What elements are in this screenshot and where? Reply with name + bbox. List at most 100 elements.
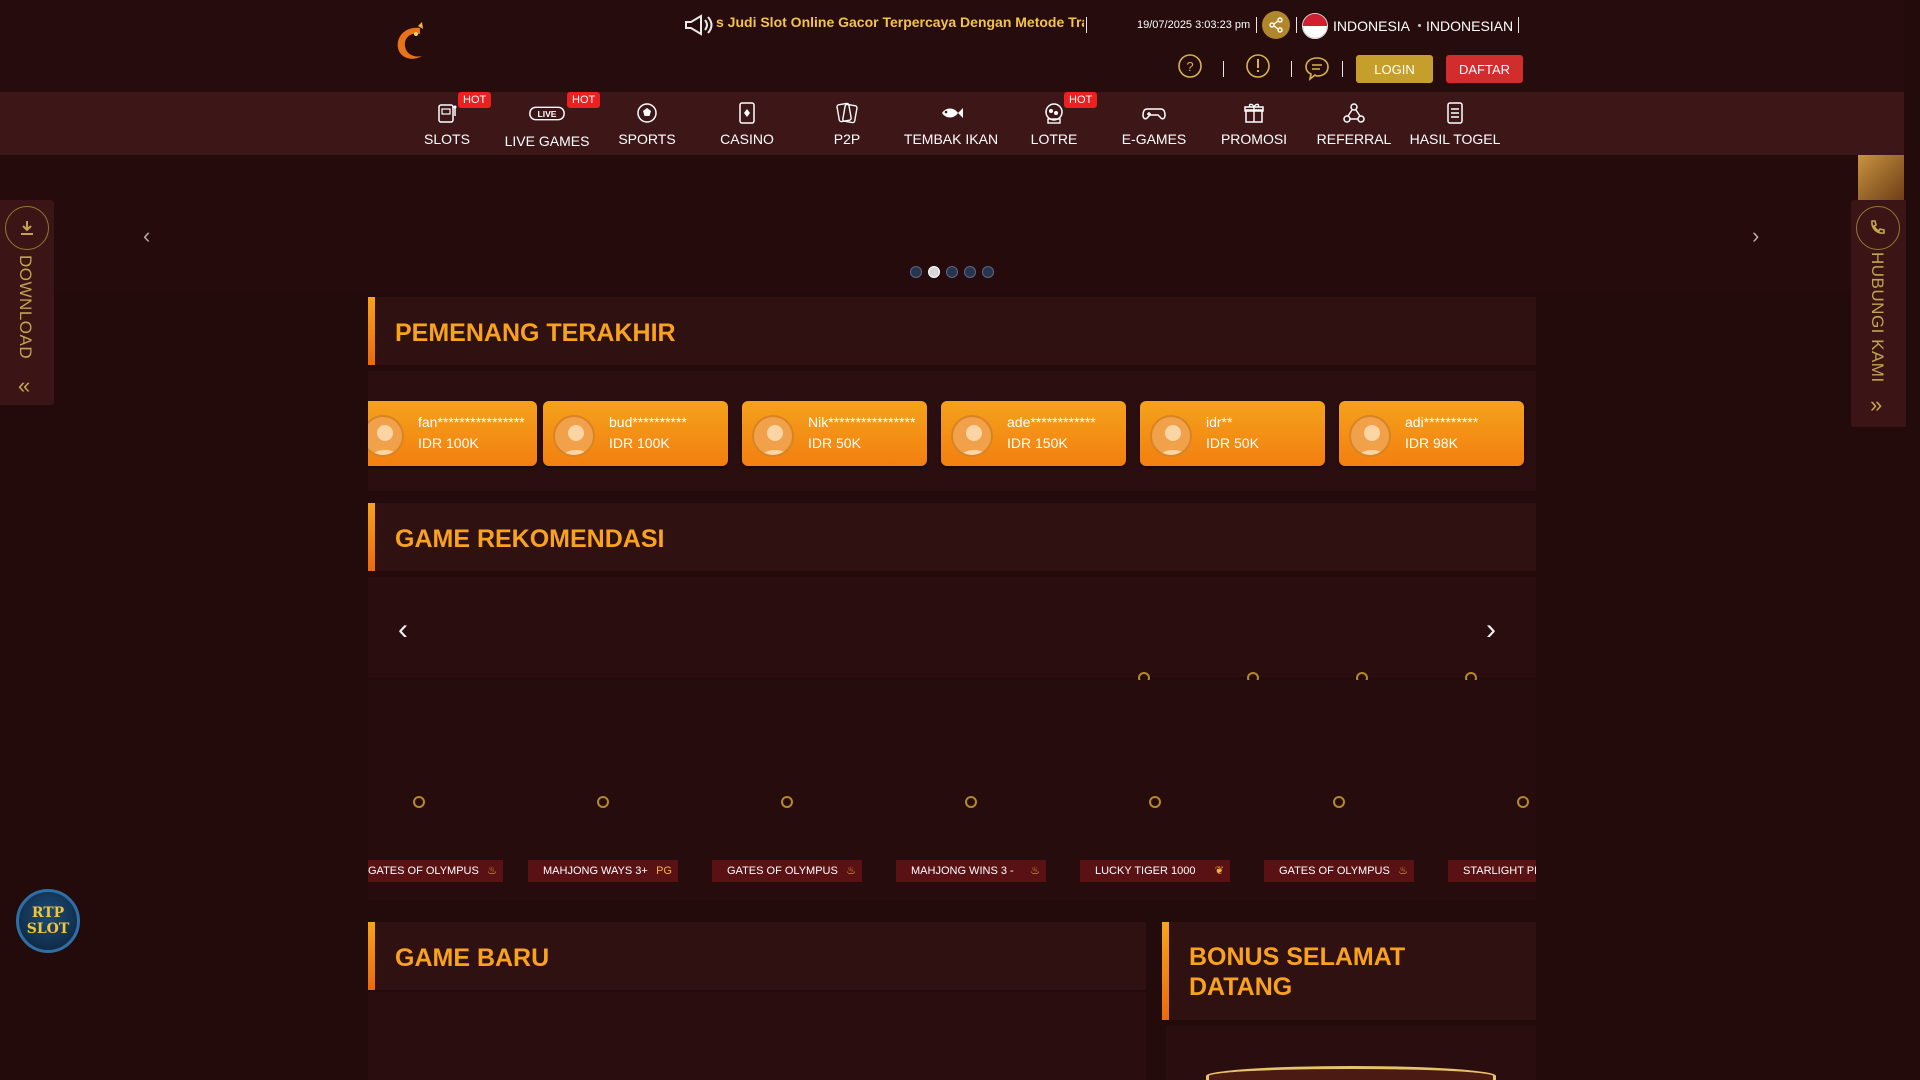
recommended-next-button[interactable]: › [1486, 613, 1496, 647]
share-button[interactable] [1262, 11, 1290, 39]
register-button[interactable]: DAFTAR [1446, 55, 1523, 83]
collapse-chevron[interactable]: « [18, 373, 30, 399]
loading-spinner [1333, 796, 1345, 808]
winners-title: PEMENANG TERAKHIR [395, 319, 676, 347]
nav-item-p2p[interactable]: P2P [797, 92, 897, 155]
bonus-title: BONUS SELAMAT DATANG [1189, 942, 1405, 1002]
info-icon[interactable] [1245, 53, 1271, 79]
download-icon [5, 206, 49, 250]
winner-card: adi********** IDR 98K [1339, 401, 1524, 466]
loading-spinner [413, 796, 425, 808]
winner-amount: IDR 50K [808, 435, 861, 451]
slot-machine-icon [438, 104, 457, 123]
winner-card: ade************ IDR 150K [941, 401, 1126, 466]
language-selector[interactable]: INDONESIAN [1426, 18, 1513, 34]
hot-badge: HOT [458, 92, 492, 108]
bonus-banner-image[interactable] [1206, 1066, 1496, 1080]
nav-item-hasil-togel[interactable]: HASIL TOGEL [1405, 92, 1505, 155]
nav-item-tembak-ikan[interactable]: TEMBAK IKAN [901, 92, 1001, 155]
nav-label: LIVE GAMES [504, 133, 590, 149]
nav-item-referral[interactable]: REFERRAL [1304, 92, 1404, 155]
top-bar: s Judi Slot Online Gacor Terpercaya Deng… [0, 0, 1904, 92]
collapse-chevron[interactable]: » [1870, 392, 1882, 418]
game-card-gates-of-olympus[interactable]: GATES OF OLYMPUS ♨ [712, 860, 862, 882]
provider-icon: ♨ [1398, 865, 1408, 877]
new-games-list [368, 992, 1146, 1080]
winner-name: Nik**************** [808, 414, 916, 430]
rtp-slot-button[interactable]: RTP SLOT [16, 889, 80, 953]
recommended-prev-button[interactable]: ‹ [398, 613, 408, 647]
winner-card: bud********** IDR 100K [543, 401, 728, 466]
banner-pagination [910, 266, 994, 278]
bonus-section-header: BONUS SELAMAT DATANG [1162, 922, 1536, 1020]
game-card-starlight-princess[interactable]: STARLIGHT PRINCESS [1448, 860, 1536, 882]
nav-item-lotre[interactable]: HOT LOTRE [1004, 92, 1104, 155]
megaphone-icon [683, 14, 717, 36]
chat-icon[interactable] [1304, 55, 1330, 81]
nav-item-sports[interactable]: SPORTS [597, 92, 697, 155]
banner-dot[interactable] [910, 266, 922, 278]
banner-dot-active[interactable] [928, 266, 940, 278]
banner-prev-button[interactable]: ‹ [143, 223, 150, 249]
soccer-ball-icon [637, 103, 657, 123]
game-name: MAHJONG WINS 3 - [911, 865, 1014, 877]
main-nav: HOT SLOTS HOT LIVE LIVE GAMES SPORTS CAS… [0, 92, 1904, 155]
download-panel[interactable]: DOWNLOAD « [0, 200, 54, 405]
game-card-mahjong-ways-3[interactable]: MAHJONG WAYS 3+ PG [528, 860, 678, 882]
bonus-title-line2: DATANG [1189, 973, 1293, 1001]
divider [1223, 61, 1224, 77]
nav-item-casino[interactable]: CASINO [697, 92, 797, 155]
divider [1291, 61, 1292, 77]
announcement-marquee: s Judi Slot Online Gacor Terpercaya Deng… [716, 14, 1084, 30]
accent-bar [368, 297, 375, 365]
game-card-gates-of-olympus[interactable]: GATES OF OLYMPUS ♨ [1264, 860, 1414, 882]
contact-panel[interactable]: HUBUNGI KAMI » [1851, 200, 1906, 427]
winners-track: fan**************** IDR 100K bud********… [368, 390, 1536, 470]
nav-label: SPORTS [618, 131, 676, 147]
game-name: STARLIGHT PRINCESS [1463, 865, 1536, 877]
banner-dot[interactable] [982, 266, 994, 278]
game-card-lucky-tiger-1000[interactable]: LUCKY TIGER 1000 ❦ [1080, 860, 1230, 882]
nav-label: E-GAMES [1121, 131, 1187, 147]
help-icon[interactable]: ? [1177, 53, 1203, 79]
accent-bar [1162, 922, 1169, 1020]
contact-label: HUBUNGI KAMI [1868, 252, 1887, 383]
banner-dot[interactable] [946, 266, 958, 278]
nav-item-slots[interactable]: HOT SLOTS [397, 92, 497, 155]
nav-label: SLOTS [424, 131, 470, 147]
avatar [368, 415, 404, 457]
divider [1518, 17, 1519, 33]
document-icon [1447, 102, 1463, 124]
winner-name: ade************ [1007, 414, 1096, 430]
country-selector[interactable]: INDONESIA [1333, 18, 1410, 34]
recommended-section-header: GAME REKOMENDASI [368, 503, 1536, 571]
accent-bar [368, 503, 375, 571]
rtp-label-line1: RTP [31, 905, 65, 921]
nav-item-promosi[interactable]: PROMOSI [1204, 92, 1304, 155]
winners-section-header: PEMENANG TERAKHIR [368, 297, 1536, 365]
login-button[interactable]: LOGIN [1356, 55, 1433, 83]
provider-icon: ♨ [1030, 865, 1040, 877]
new-games-title: GAME BARU [395, 944, 550, 972]
nav-label: CASINO [720, 131, 774, 147]
loading-spinner [781, 796, 793, 808]
hot-badge: HOT [567, 92, 601, 108]
game-card-gates-of-olympus[interactable]: GATES OF OLYMPUS ♨ [368, 860, 503, 882]
phone-icon [1856, 206, 1900, 250]
avatar [1349, 415, 1391, 457]
nav-label: REFERRAL [1316, 131, 1392, 147]
indonesia-flag-icon[interactable] [1302, 13, 1328, 39]
game-card-mahjong-wins-3[interactable]: MAHJONG WINS 3 - ♨ [896, 860, 1046, 882]
banner-dot[interactable] [964, 266, 976, 278]
nav-item-live-games[interactable]: HOT LIVE LIVE GAMES [497, 92, 601, 155]
loading-spinner [1517, 796, 1529, 808]
recommended-title: GAME REKOMENDASI [395, 525, 665, 553]
live-icon: LIVE [529, 106, 565, 121]
divider [1418, 24, 1421, 27]
nav-item-e-games[interactable]: E-GAMES [1104, 92, 1204, 155]
provider-icon: ♨ [487, 865, 497, 877]
site-logo[interactable] [392, 22, 432, 66]
winner-name: idr** [1206, 414, 1233, 430]
fish-icon [942, 108, 963, 118]
banner-next-button[interactable]: › [1752, 223, 1759, 249]
